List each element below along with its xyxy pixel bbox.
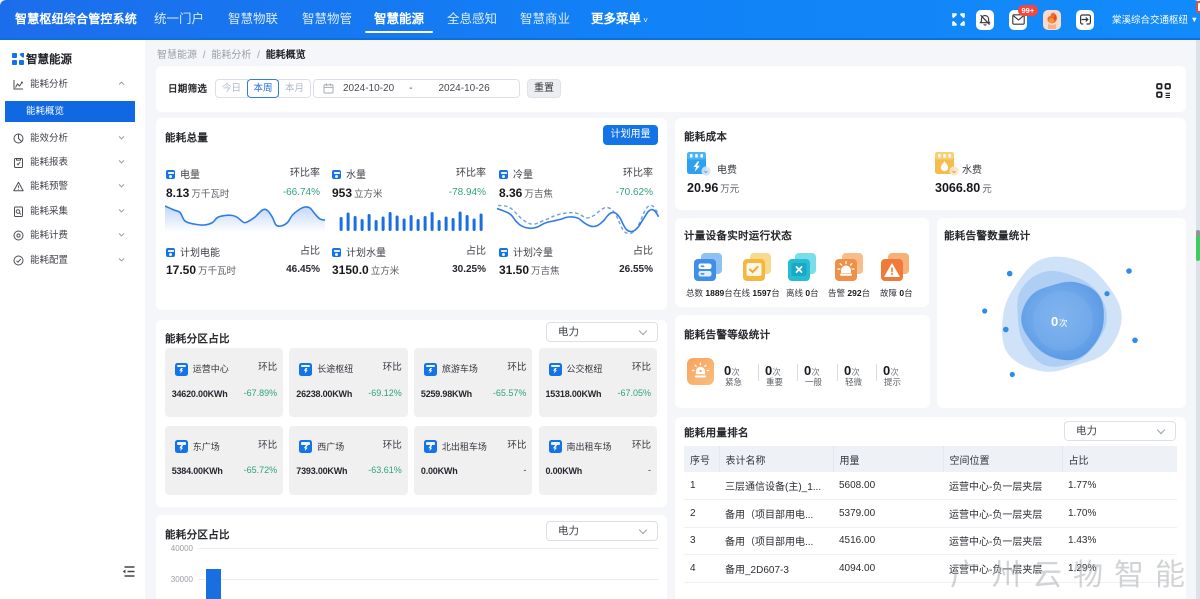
svg-text:0: 0 <box>1051 314 1058 329</box>
svg-text:次: 次 <box>1059 318 1068 328</box>
